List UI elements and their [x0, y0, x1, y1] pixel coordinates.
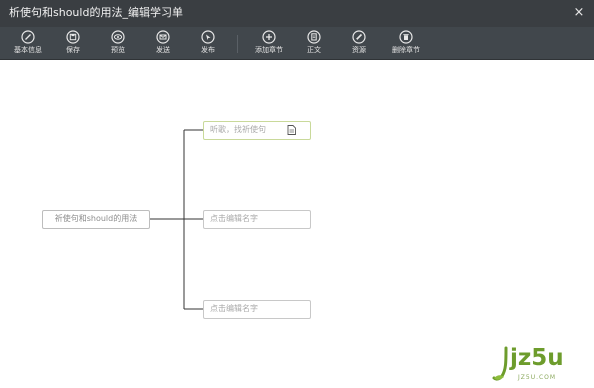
document-icon[interactable]	[287, 125, 296, 135]
document-icon	[307, 30, 321, 44]
resource-pencil-icon	[352, 30, 366, 44]
save-icon	[66, 30, 80, 44]
mindmap-canvas[interactable]: 祈使句和should的用法 听歌，找祈使句 点击编辑名字 点击编辑名字	[0, 61, 594, 388]
delete-chapter-label: 删除章节	[392, 46, 420, 54]
publish-button[interactable]: 发布	[188, 30, 228, 55]
child-node-label: 点击编辑名字	[210, 214, 258, 223]
eye-icon	[111, 30, 125, 44]
toolbar-divider	[237, 35, 238, 53]
toolbar: 基本信息 保存 预览 发送 发布 添加章节 正文 资源 删除章节	[0, 27, 594, 60]
add-chapter-label: 添加章节	[255, 46, 283, 54]
send-label: 发送	[156, 46, 170, 54]
child-node-label: 听歌，找祈使句	[210, 125, 266, 134]
save-label: 保存	[66, 46, 80, 54]
title-bar: 析使句和should的用法_编辑学习单 ×	[0, 0, 594, 27]
send-icon	[156, 30, 170, 44]
body-text-button[interactable]: 正文	[294, 30, 334, 55]
send-button[interactable]: 发送	[143, 30, 183, 55]
watermark-subtext: JZ5U.COM	[518, 374, 557, 381]
save-button[interactable]: 保存	[53, 30, 93, 55]
body-text-label: 正文	[307, 46, 321, 54]
edit-pencil-icon	[21, 30, 35, 44]
window-title: 析使句和should的用法_编辑学习单	[9, 6, 183, 19]
mindmap-root-node[interactable]: 祈使句和should的用法	[42, 210, 150, 229]
add-icon	[262, 30, 276, 44]
close-icon[interactable]: ×	[572, 5, 586, 21]
preview-button[interactable]: 预览	[98, 30, 138, 55]
basic-info-label: 基本信息	[14, 46, 42, 54]
resource-button[interactable]: 资源	[339, 30, 379, 55]
mindmap-child-node[interactable]: 听歌，找祈使句	[203, 121, 311, 140]
child-node-label: 点击编辑名字	[210, 304, 258, 313]
publish-label: 发布	[201, 46, 215, 54]
editor-window: 析使句和should的用法_编辑学习单 × 基本信息 保存 预览 发送 发布 添…	[0, 0, 594, 388]
trash-icon	[399, 30, 413, 44]
publish-icon	[201, 30, 215, 44]
watermark-logo: jz5u JZ5U.COM	[492, 344, 588, 386]
preview-label: 预览	[111, 46, 125, 54]
add-chapter-button[interactable]: 添加章节	[249, 30, 289, 55]
delete-chapter-button[interactable]: 删除章节	[386, 30, 426, 55]
mindmap-child-node[interactable]: 点击编辑名字	[203, 300, 311, 319]
basic-info-button[interactable]: 基本信息	[8, 30, 48, 55]
watermark-text: jz5u	[510, 345, 564, 371]
root-node-label: 祈使句和should的用法	[54, 214, 138, 223]
mindmap-child-node[interactable]: 点击编辑名字	[203, 210, 311, 229]
resource-label: 资源	[352, 46, 366, 54]
